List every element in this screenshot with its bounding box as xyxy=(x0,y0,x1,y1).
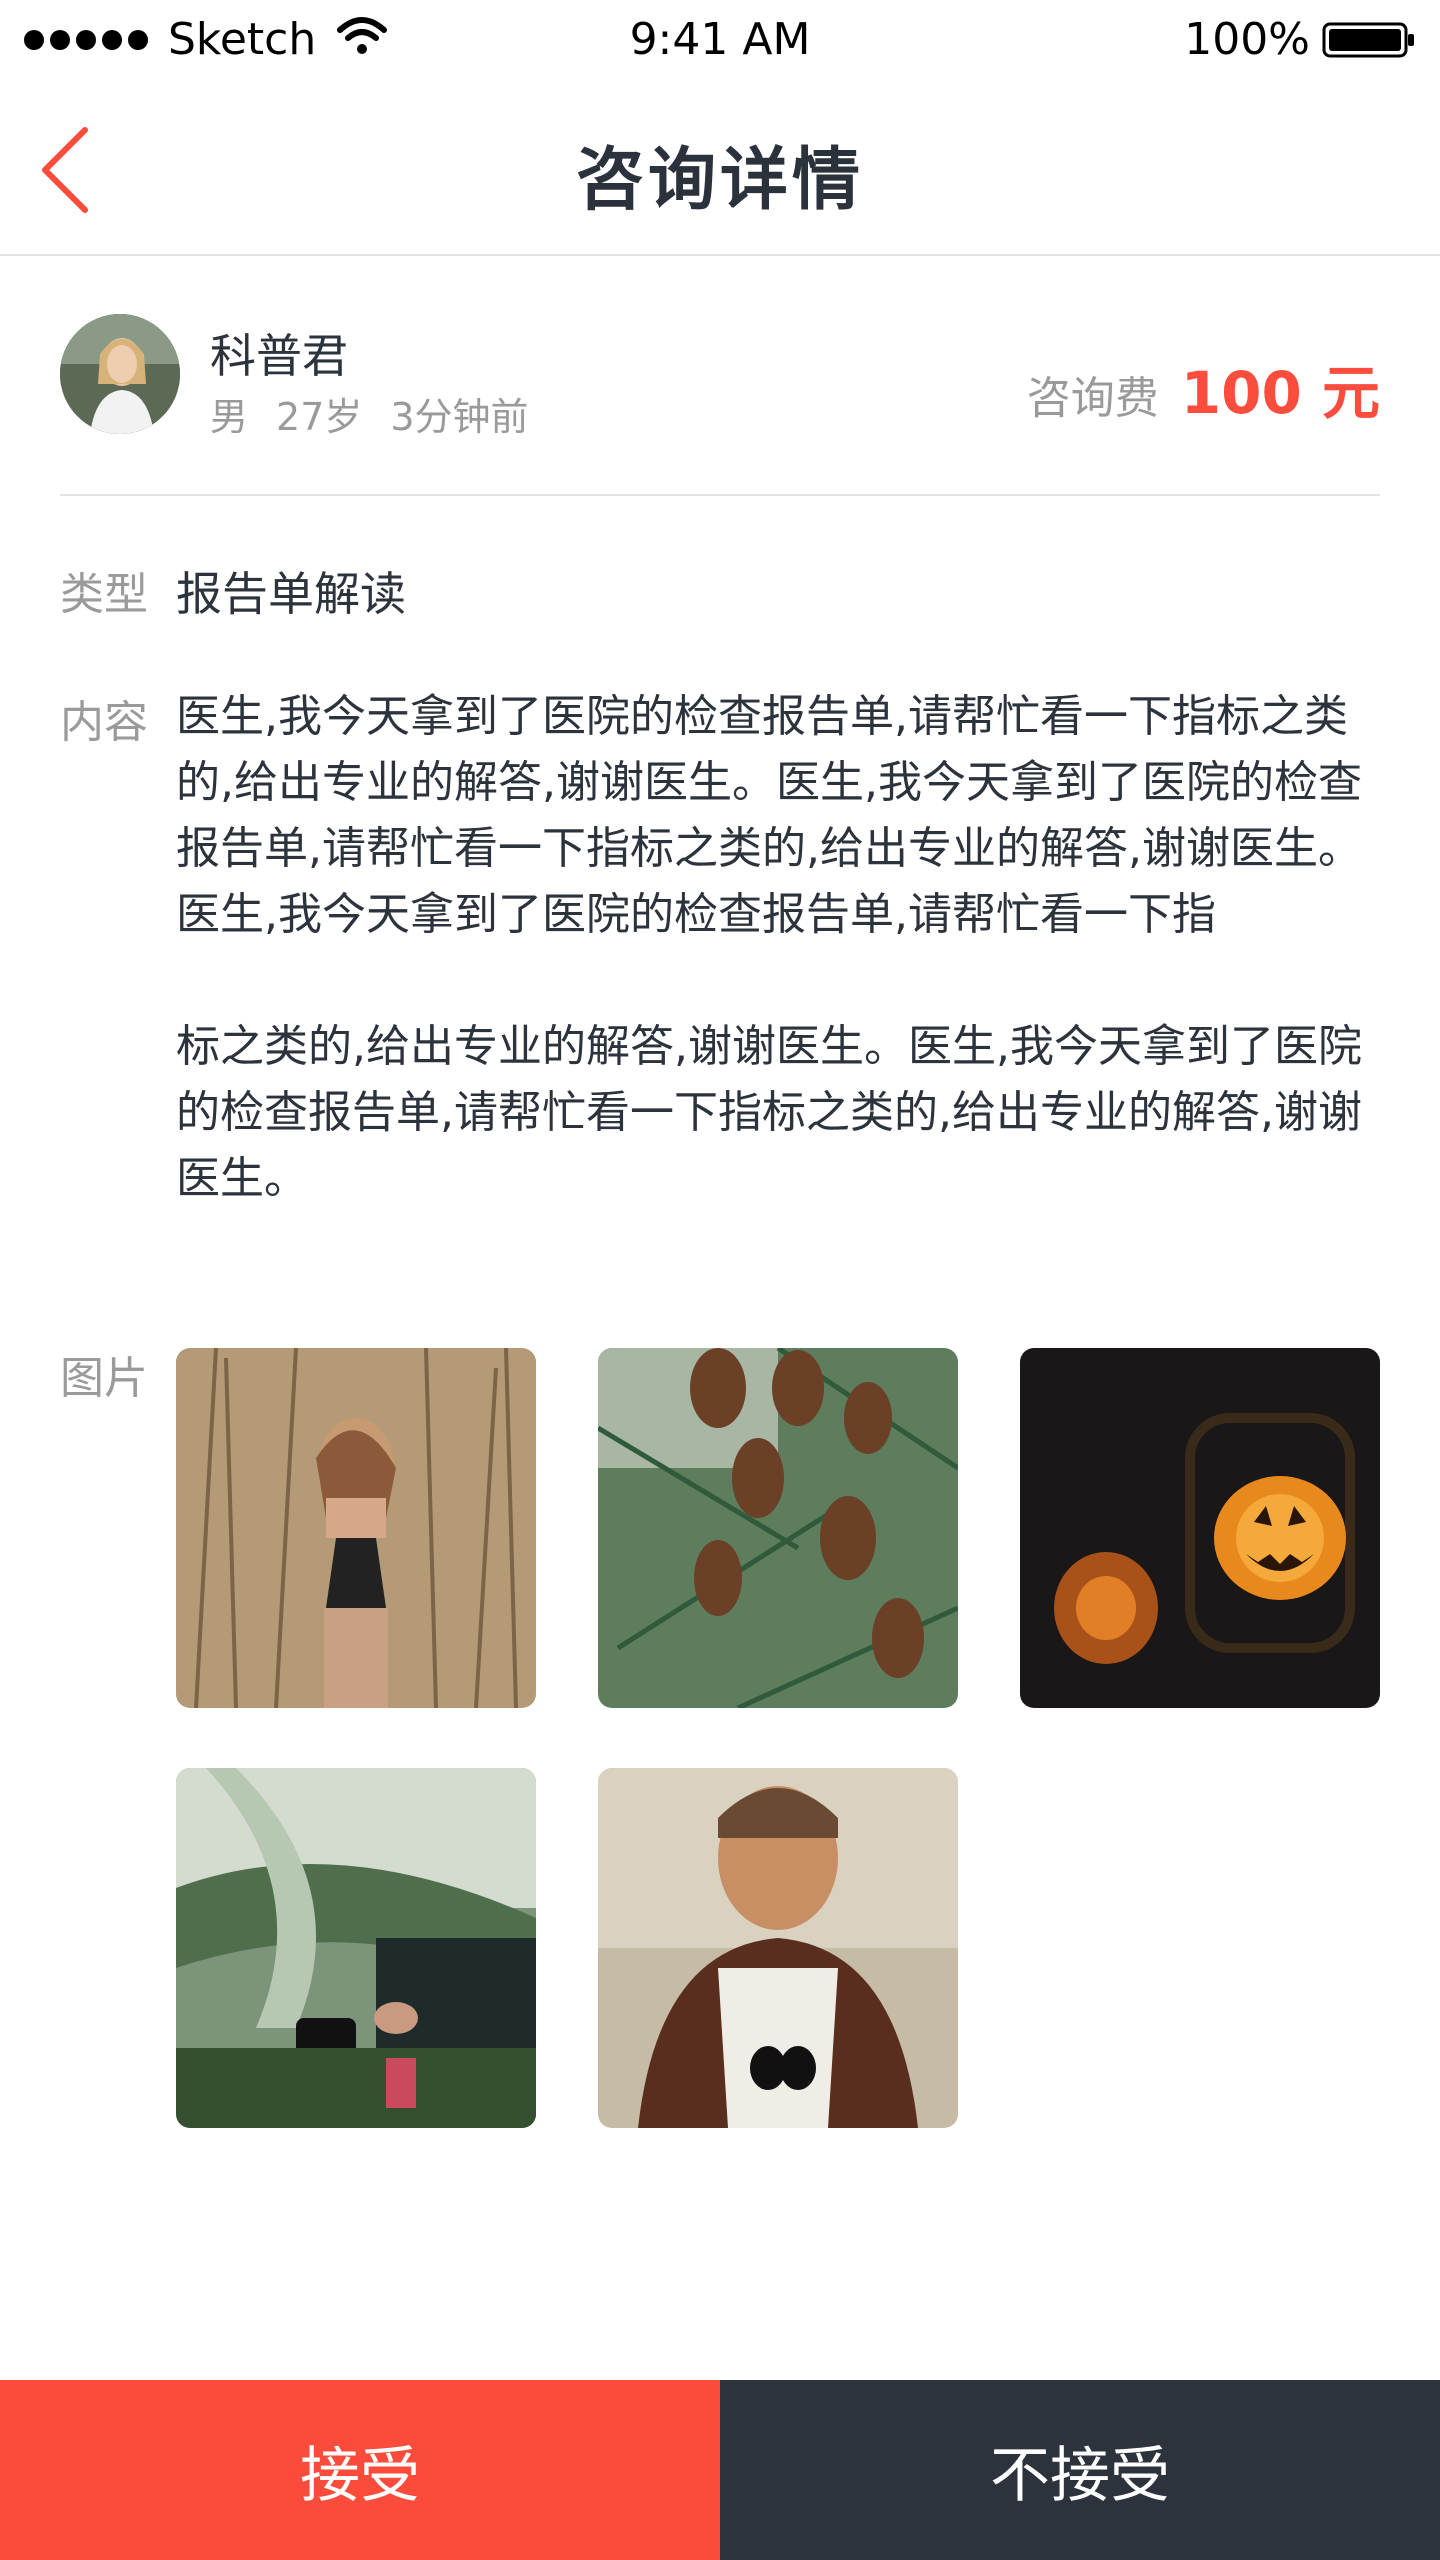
status-bar: Sketch 9:41 AM 100% xyxy=(0,0,1440,80)
user-name: 科普君 xyxy=(210,329,348,383)
images-label: 图片 xyxy=(60,1353,148,1404)
post-time: 3分钟前 xyxy=(390,395,529,439)
fee-amount: 100 元 xyxy=(1180,359,1380,427)
accept-button[interactable]: 接受 xyxy=(0,2380,720,2560)
image-thumbnail-man-with-sunglasses[interactable] xyxy=(598,1768,958,2128)
reject-button[interactable]: 不接受 xyxy=(720,2380,1440,2560)
user-age: 27岁 xyxy=(276,395,363,439)
image-thumbnail-woman-in-grass[interactable] xyxy=(176,1348,536,1708)
content-paragraph: 标之类的,给出专业的解答,谢谢医生。医生,我今天拿到了医院的检查报告单,请帮忙看… xyxy=(176,1021,1362,1204)
navigation-bar: 咨询详情 xyxy=(0,80,1440,256)
content-body: 医生,我今天拿到了医院的检查报告单,请帮忙看一下指标之类的,给出专业的解答,谢谢… xyxy=(176,684,1386,1212)
battery-percentage: 100% xyxy=(1184,14,1310,65)
image-thumbnail-pumpkin-lanterns[interactable] xyxy=(1020,1348,1380,1708)
content-label: 内容 xyxy=(60,697,148,748)
consultation-fee: 咨询费 100 元 xyxy=(1027,346,1380,430)
fee-label: 咨询费 xyxy=(1026,373,1159,424)
avatar[interactable] xyxy=(60,314,180,434)
user-gender: 男 xyxy=(210,395,249,439)
image-thumbnail-pine-cones[interactable] xyxy=(598,1348,958,1708)
avatar-photo-icon xyxy=(60,314,180,434)
page-title: 咨询详情 xyxy=(575,141,864,220)
image-thumbnail-photographer-in-leaves[interactable] xyxy=(176,1768,536,2128)
user-meta: 男 27岁 3分钟前 xyxy=(210,386,529,441)
user-info-row: 科普君 男 27岁 3分钟前 咨询费 100 元 xyxy=(60,256,1380,496)
type-label: 类型 xyxy=(60,569,148,620)
type-value: 报告单解读 xyxy=(176,567,406,621)
content-paragraph: 医生,我今天拿到了医院的检查报告单,请帮忙看一下指标之类的,给出专业的解答,谢谢… xyxy=(176,691,1362,940)
battery-icon xyxy=(1322,22,1414,58)
